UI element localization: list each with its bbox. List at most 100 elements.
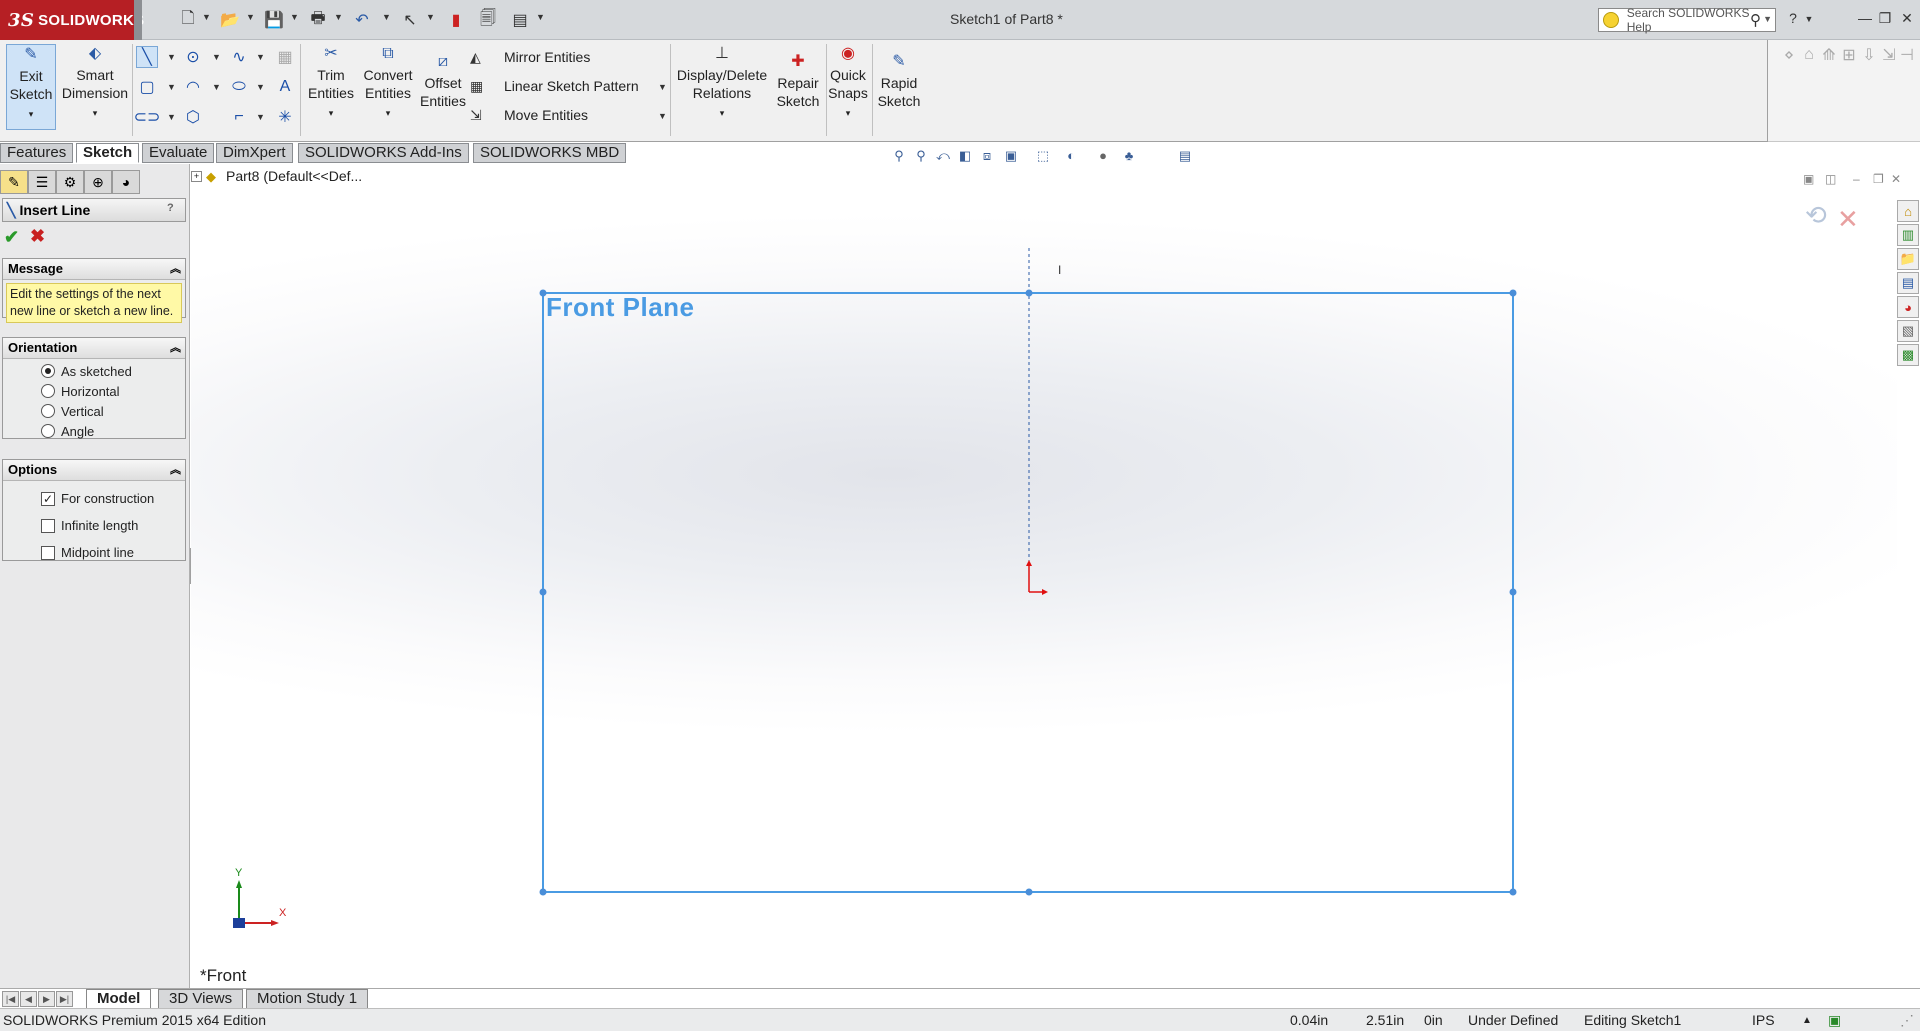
- fillet-icon[interactable]: ⌐: [228, 106, 250, 128]
- plane-handle[interactable]: [539, 888, 547, 896]
- undo-dropdown-icon[interactable]: ▼: [382, 12, 391, 22]
- point-icon[interactable]: ✳: [274, 106, 296, 128]
- orientation-header[interactable]: Orientation ︽: [3, 338, 185, 359]
- plane-handle[interactable]: [539, 588, 547, 596]
- help-icon[interactable]: ?: [167, 202, 181, 218]
- offset-entities-button[interactable]: ⧄ Offset Entities: [418, 52, 468, 110]
- sketch-origin[interactable]: [1026, 560, 1048, 595]
- undo-icon[interactable]: ↶: [350, 8, 374, 32]
- custom-properties-icon[interactable]: ▧: [1897, 320, 1919, 342]
- ok-checkmark-icon[interactable]: ✔: [4, 227, 19, 248]
- checkbox[interactable]: [41, 518, 55, 533]
- help-dropdown-icon[interactable]: ▼: [1798, 14, 1820, 34]
- orientation-as-sketched[interactable]: As sketched: [3, 361, 185, 381]
- front-plane-border[interactable]: [542, 292, 1514, 893]
- line-dropdown-icon[interactable]: ▼: [167, 52, 176, 62]
- status-editing[interactable]: Editing Sketch1: [1584, 1012, 1681, 1028]
- dimxpert-manager-tab-icon[interactable]: ⊕: [84, 170, 112, 194]
- viewport-restore-icon[interactable]: ❐: [1873, 172, 1884, 186]
- collapse-chevron-icon[interactable]: ︽: [170, 338, 181, 358]
- move-entities-button[interactable]: ⇲ Move Entities: [470, 104, 588, 126]
- rectangle-icon[interactable]: ▢: [136, 76, 158, 98]
- convert-entities-button[interactable]: ⧉ Convert Entities ▾: [358, 44, 418, 122]
- trim-entities-button[interactable]: ✂ Trim Entities ▾: [306, 44, 356, 122]
- text-icon[interactable]: A: [274, 76, 296, 98]
- close-window-button[interactable]: ✕: [1896, 10, 1918, 30]
- print-dropdown-icon[interactable]: ▼: [334, 12, 343, 22]
- plane-handle[interactable]: [1509, 588, 1517, 596]
- select-pointer-icon[interactable]: ↖: [398, 8, 422, 32]
- smart-dimension-button[interactable]: ⬖ Smart Dimension ▾: [60, 44, 130, 122]
- smart-dimension-dropdown-icon[interactable]: ▾: [93, 104, 98, 122]
- new-dropdown-icon[interactable]: ▼: [202, 12, 211, 22]
- plane-handle[interactable]: [1025, 289, 1033, 297]
- radio-button[interactable]: [41, 384, 55, 398]
- last-tab-arrow-icon[interactable]: ▶|: [56, 991, 73, 1007]
- collapse-chevron-icon[interactable]: ︽: [170, 259, 181, 279]
- rectangle-dropdown-icon[interactable]: ▼: [167, 82, 176, 92]
- surface-spline-icon[interactable]: ▦: [274, 46, 296, 68]
- sketch-chamfer-icon[interactable]: ⇩: [1858, 44, 1880, 66]
- rebuild-status-icon[interactable]: ▣: [1828, 1012, 1841, 1029]
- repair-sketch-button[interactable]: ✚ Repair Sketch: [772, 52, 824, 110]
- minimize-window-button[interactable]: —: [1854, 10, 1876, 30]
- tab-model[interactable]: Model: [86, 989, 152, 1009]
- save-dropdown-icon[interactable]: ▼: [290, 12, 299, 22]
- print-icon[interactable]: 🖶: [306, 8, 330, 32]
- select-dropdown-icon[interactable]: ▼: [426, 12, 435, 22]
- arc-dropdown-icon[interactable]: ▼: [212, 82, 221, 92]
- ellipse-icon[interactable]: ⬭: [228, 76, 250, 98]
- search-icon[interactable]: ⚲: [1750, 11, 1761, 29]
- feature-manager-tab-icon[interactable]: ✎: [0, 170, 28, 194]
- pattern-dropdown-icon[interactable]: ▼: [658, 82, 667, 92]
- new-document-icon[interactable]: 🗋: [176, 8, 200, 32]
- convert-dropdown-icon[interactable]: ▾: [386, 104, 391, 122]
- sketch-text-icon[interactable]: ⟰: [1818, 44, 1840, 66]
- design-library-icon[interactable]: ▥: [1897, 224, 1919, 246]
- file-properties-icon[interactable]: 🗐: [476, 8, 500, 32]
- file-explorer-icon[interactable]: 📁: [1897, 248, 1919, 270]
- checkbox[interactable]: [41, 545, 55, 560]
- rebuild-icon[interactable]: ▮: [444, 8, 468, 32]
- spline-dropdown-icon[interactable]: ▼: [256, 52, 265, 62]
- shaded-sketch-icon[interactable]: ⌂: [1798, 44, 1820, 66]
- next-tab-arrow-icon[interactable]: ▶: [38, 991, 55, 1007]
- search-dropdown-icon[interactable]: ▼: [1763, 14, 1772, 24]
- viewport-minimize-icon[interactable]: –: [1853, 172, 1860, 186]
- status-units[interactable]: IPS: [1752, 1012, 1775, 1028]
- collapse-chevron-icon[interactable]: ︽: [170, 460, 181, 480]
- view-palette-icon[interactable]: ▤: [1897, 272, 1919, 294]
- tab-motion-study-1[interactable]: Motion Study 1: [246, 989, 369, 1009]
- tab-sketch[interactable]: Sketch: [76, 143, 140, 163]
- split-icon[interactable]: ⊣: [1896, 44, 1918, 66]
- polygon-icon[interactable]: ⬡: [182, 106, 204, 128]
- tab-evaluate[interactable]: Evaluate: [142, 143, 215, 163]
- circle-icon[interactable]: ⊙: [182, 46, 204, 68]
- spline-icon[interactable]: ∿: [228, 46, 250, 68]
- graphics-area[interactable]: + ◆ Part8 (Default<<Def... Front Plane I: [191, 164, 1901, 988]
- configuration-manager-tab-icon[interactable]: ⚙: [56, 170, 84, 194]
- orientation-horizontal[interactable]: Horizontal: [3, 381, 185, 401]
- prev-tab-arrow-icon[interactable]: ◀: [20, 991, 37, 1007]
- property-manager-tab-icon[interactable]: ☰: [28, 170, 56, 194]
- appearances-icon[interactable]: ◕: [1897, 296, 1919, 318]
- options-header[interactable]: Options ︽: [3, 460, 185, 481]
- open-dropdown-icon[interactable]: ▼: [246, 12, 255, 22]
- radio-button[interactable]: [41, 424, 55, 438]
- solidworks-resources-icon[interactable]: ⌂: [1897, 200, 1919, 222]
- orientation-angle[interactable]: Angle: [3, 421, 185, 441]
- orientation-vertical[interactable]: Vertical: [3, 401, 185, 421]
- exit-sketch-corner-icon[interactable]: ⟲: [1805, 200, 1827, 231]
- cancel-x-icon[interactable]: ✖: [30, 226, 45, 247]
- open-folder-icon[interactable]: 📂: [218, 8, 242, 32]
- tab-dimxpert[interactable]: DimXpert: [216, 143, 293, 163]
- move-dropdown-icon[interactable]: ▼: [658, 111, 667, 121]
- options-dropdown-icon[interactable]: ▼: [536, 12, 545, 22]
- viewport-layout-icon[interactable]: ▣: [1803, 172, 1814, 186]
- display-delete-relations-button[interactable]: ⊥ Display/Delete Relations ▾: [676, 44, 768, 122]
- radio-button[interactable]: [41, 364, 55, 378]
- sketch-canvas[interactable]: [191, 164, 1897, 988]
- viewport-close-icon[interactable]: ✕: [1891, 172, 1901, 186]
- message-header[interactable]: Message ︽: [3, 259, 185, 280]
- plane-handle[interactable]: [1509, 289, 1517, 297]
